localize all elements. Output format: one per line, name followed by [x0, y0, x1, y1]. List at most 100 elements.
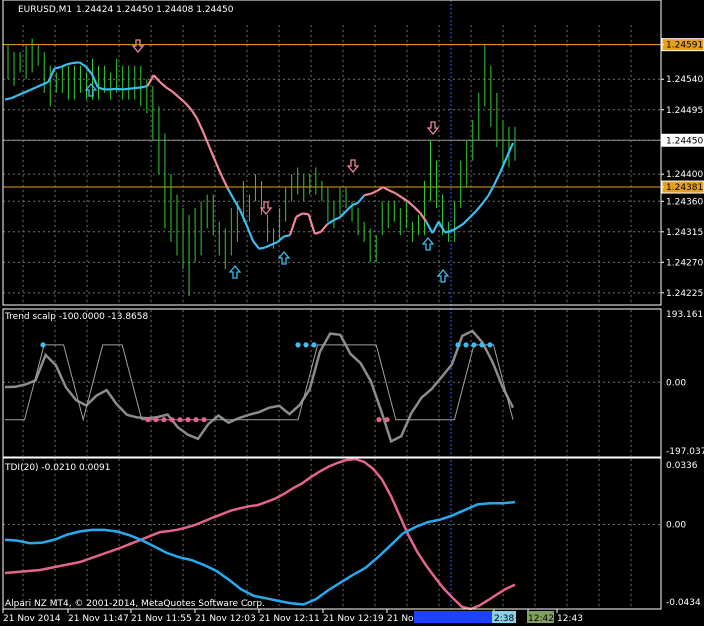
- trend-dot-up: [311, 342, 317, 348]
- fast-line-segment: [444, 230, 452, 234]
- price-levels: [3, 44, 661, 188]
- trend-dot-up: [455, 342, 461, 348]
- arrow-up-icon: [421, 236, 435, 251]
- price-tick-label: 1.24495: [666, 106, 703, 116]
- fast-line-segment: [307, 213, 316, 235]
- fast-line-segment: [134, 86, 142, 90]
- fast-line-segment: [499, 156, 508, 172]
- chart-window[interactable]: 1.24591 1.24540 1.24495 1.24450 1.24400 1.243…: [0, 0, 704, 626]
- fast-line-segment: [152, 74, 161, 83]
- fast-line-segment: [302, 212, 309, 216]
- fast-line-segment: [370, 190, 378, 195]
- price-tick-label: 1.24315: [666, 228, 703, 238]
- price-tick-label: 1.24225: [666, 289, 703, 299]
- trend-dot-down: [193, 417, 199, 423]
- fast-line-segment: [276, 235, 285, 243]
- time-axis: 21 Nov 2014 21 Nov 11:47 21 Nov 11:55 21 No…: [2, 609, 583, 624]
- trend-dot-down: [161, 417, 167, 423]
- fast-line-segment: [202, 131, 211, 148]
- price-tick-label: 0.00: [666, 378, 686, 388]
- fast-line-segment: [60, 63, 68, 69]
- fast-line-segment: [264, 243, 272, 249]
- price-axis: 1.24591 1.24540 1.24495 1.24450 1.24400 1.243…: [661, 38, 704, 608]
- price-tick-label: 1.24270: [666, 258, 703, 268]
- trend-dot-up: [479, 342, 485, 348]
- trend-dot-down: [169, 417, 175, 423]
- fast-line-segment: [468, 210, 477, 219]
- time-label: 21 Nov 12:03: [195, 614, 256, 624]
- fast-line-segment: [116, 87, 123, 91]
- fast-line-segment: [29, 86, 37, 92]
- fast-line-segment: [245, 224, 254, 242]
- price-tick-label: -197.0378: [666, 447, 704, 457]
- trend-dot-down: [153, 417, 159, 423]
- fast-line-segment: [41, 80, 49, 86]
- fast-line-segment: [288, 216, 298, 236]
- fast-line-segment: [413, 205, 421, 214]
- trend-dot-up: [463, 342, 469, 348]
- time-label: 21 Nov 2014: [3, 614, 61, 624]
- arrow-down-icon: [259, 201, 273, 216]
- time-highlight-label: 2:38: [494, 614, 514, 624]
- fast-line-segment: [419, 212, 428, 223]
- copyright-label: Alpari NZ MT4, © 2001-2014, MetaQuotes S…: [5, 599, 265, 609]
- price-tick-label: 193.1611: [666, 310, 704, 320]
- fast-line-segment: [23, 89, 31, 94]
- price-tick-label: 1.24450: [666, 136, 703, 146]
- time-highlight-blue: [414, 611, 492, 623]
- price-tick-label: 0.0336: [666, 461, 698, 471]
- trend-dot-down: [201, 417, 207, 423]
- fast-line-segment: [382, 186, 390, 192]
- fast-line-segment: [351, 201, 359, 207]
- price-tick-label: 1.24400: [666, 170, 703, 180]
- fast-line-segment: [456, 222, 465, 229]
- price-tick-label: 1.24360: [666, 197, 703, 207]
- fast-line-segment: [344, 204, 353, 213]
- time-label: 21 Nov 11:47: [68, 614, 129, 624]
- fast-line-segment: [270, 240, 279, 246]
- fast-line-segment: [227, 188, 236, 201]
- time-label: 21 Nov 12:19: [323, 614, 384, 624]
- fast-line-segment: [364, 192, 371, 197]
- fast-line-segment: [320, 223, 328, 233]
- fast-line-segment: [388, 189, 396, 195]
- fast-line-segment: [208, 146, 217, 163]
- arrow-up-icon: [228, 264, 242, 279]
- fast-line-segment: [183, 101, 192, 110]
- price-tick-label: -0.0434: [666, 598, 701, 608]
- panel-frames: [2, 0, 662, 610]
- trend-scalp-title: Trend scalp -100.0000 -13.8658: [4, 312, 149, 322]
- trend-dot-up: [303, 342, 309, 348]
- fast-line-segment: [505, 142, 515, 158]
- fast-line-segment: [196, 118, 205, 133]
- fast-line-segment: [437, 221, 446, 234]
- chart-canvas[interactable]: 1.24591 1.24540 1.24495 1.24450 1.24400 1.243…: [0, 0, 704, 626]
- arrow-down-icon: [426, 121, 440, 136]
- trend-scalp-line: [4, 329, 515, 444]
- fast-line-segment: [474, 203, 483, 213]
- trend-dot-down: [384, 417, 390, 423]
- trend-dot-down: [177, 417, 183, 423]
- fast-line-segment: [110, 87, 117, 91]
- fast-line-segment: [122, 87, 130, 91]
- arrow-down-icon: [346, 159, 360, 174]
- fast-line-segment: [400, 196, 409, 203]
- panel-frame: [2, 0, 662, 306]
- fast-line-segment: [177, 96, 186, 104]
- panel-frame: [2, 308, 662, 458]
- fast-line-segment: [159, 81, 167, 89]
- trend-dot-down: [185, 417, 191, 423]
- fast-line-segment: [258, 246, 266, 250]
- fast-line-segment: [493, 170, 502, 185]
- price-tick-label: 1.24591: [666, 41, 703, 51]
- fast-line-segment: [189, 108, 198, 120]
- trend-dot-down: [376, 417, 382, 423]
- fast-line-segment: [462, 216, 471, 225]
- fast-line-segment: [171, 90, 180, 98]
- symbol-label: EURUSD,M1: [18, 5, 72, 15]
- arrow-down-icon: [131, 39, 145, 54]
- price-tick-label: 1.24540: [666, 75, 703, 85]
- time-label: 21 Nov 12:11: [259, 614, 320, 624]
- trend-dot-down: [145, 417, 151, 423]
- trend-dot-up: [471, 342, 477, 348]
